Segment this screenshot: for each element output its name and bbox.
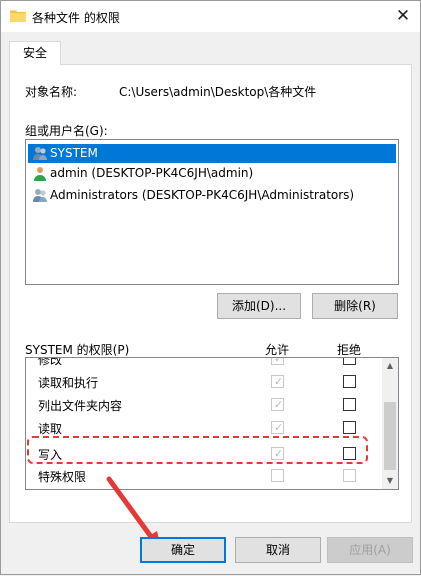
user-group-icon (32, 146, 49, 161)
remove-button[interactable]: 删除(R) (312, 293, 398, 319)
perm-name: 读取和执行 (38, 376, 99, 390)
object-name-value: C:\Users\admin\Desktop\各种文件 (119, 85, 317, 99)
perm-name: 修改 (38, 357, 63, 367)
scroll-thumb[interactable] (384, 402, 396, 470)
deny-checkbox[interactable] (343, 421, 356, 434)
perm-row-read: 读取 ✓ (26, 416, 382, 439)
perm-row-read-execute: 读取和执行 ✓ (26, 370, 382, 393)
user-item-system[interactable]: SYSTEM (28, 144, 396, 163)
add-button[interactable]: 添加(D)... (217, 293, 301, 319)
perm-name: 特殊权限 (38, 470, 87, 484)
user-item-admin[interactable]: admin (DESKTOP-PK4C6JH\admin) (28, 164, 396, 183)
perm-name: 列出文件夹内容 (38, 399, 123, 413)
permissions-dialog: 各种文件 的权限 ✕ 安全 对象名称: C:\Users\admin\Deskt… (0, 0, 421, 575)
check-icon: ✓ (274, 357, 284, 365)
allow-checkbox: ✓ (271, 357, 284, 365)
allow-checkbox: ✓ (271, 447, 284, 460)
allow-checkbox: ✓ (271, 375, 284, 388)
folder-icon (10, 9, 26, 22)
cancel-button[interactable]: 取消 (235, 537, 321, 563)
allow-checkbox (271, 469, 284, 482)
deny-column-header: 拒绝 (337, 343, 362, 357)
scroll-up-icon[interactable]: ▲ (382, 358, 398, 374)
check-icon: ✓ (274, 398, 284, 411)
deny-checkbox[interactable] (343, 398, 356, 411)
deny-checkbox[interactable] (343, 375, 356, 388)
permissions-scrollbar[interactable]: ▲ ▼ (382, 358, 398, 489)
perm-row-modify: 修改 ✓ (26, 357, 382, 370)
deny-checkbox[interactable] (343, 358, 356, 365)
user-group-icon (32, 188, 49, 203)
user-icon (32, 166, 49, 181)
perm-row-list-folder: 列出文件夹内容 ✓ (26, 393, 382, 416)
object-name-label: 对象名称: (25, 85, 78, 99)
check-icon: ✓ (274, 447, 284, 460)
perm-name: 写入 (38, 448, 63, 462)
deny-checkbox[interactable] (343, 447, 356, 460)
perm-row-write: 写入 ✓ (26, 442, 382, 465)
user-item-label: SYSTEM (50, 146, 98, 160)
perm-row-special: 特殊权限 (26, 464, 382, 487)
apply-button: 应用(A) (327, 537, 413, 563)
group-user-list[interactable]: SYSTEM admin (DESKTOP-PK4C6JH\admin) Adm… (25, 139, 399, 285)
title-bar: 各种文件 的权限 ✕ (1, 1, 420, 32)
user-item-administrators[interactable]: Administrators (DESKTOP-PK4C6JH\Administ… (28, 186, 396, 205)
permissions-list[interactable]: 修改 ✓ 读取和执行 ✓ 列出文件夹内容 ✓ 读取 ✓ 写入 ✓ 特殊权限 ▲ … (25, 357, 399, 490)
close-button[interactable]: ✕ (386, 1, 420, 32)
window-title: 各种文件 的权限 (32, 11, 120, 25)
allow-checkbox: ✓ (271, 421, 284, 434)
permissions-label: SYSTEM 的权限(P) (25, 343, 130, 357)
tab-security[interactable]: 安全 (9, 41, 61, 65)
ok-button[interactable]: 确定 (140, 537, 226, 563)
perm-name: 读取 (38, 422, 63, 436)
allow-checkbox: ✓ (271, 398, 284, 411)
user-item-label: Administrators (DESKTOP-PK4C6JH\Administ… (50, 188, 355, 202)
check-icon: ✓ (274, 375, 284, 388)
check-icon: ✓ (274, 421, 284, 434)
scroll-down-icon[interactable]: ▼ (382, 473, 398, 489)
user-item-label: admin (DESKTOP-PK4C6JH\admin) (50, 166, 254, 180)
group-user-label: 组或用户名(G): (25, 124, 108, 138)
allow-column-header: 允许 (265, 343, 290, 357)
deny-checkbox (343, 469, 356, 482)
